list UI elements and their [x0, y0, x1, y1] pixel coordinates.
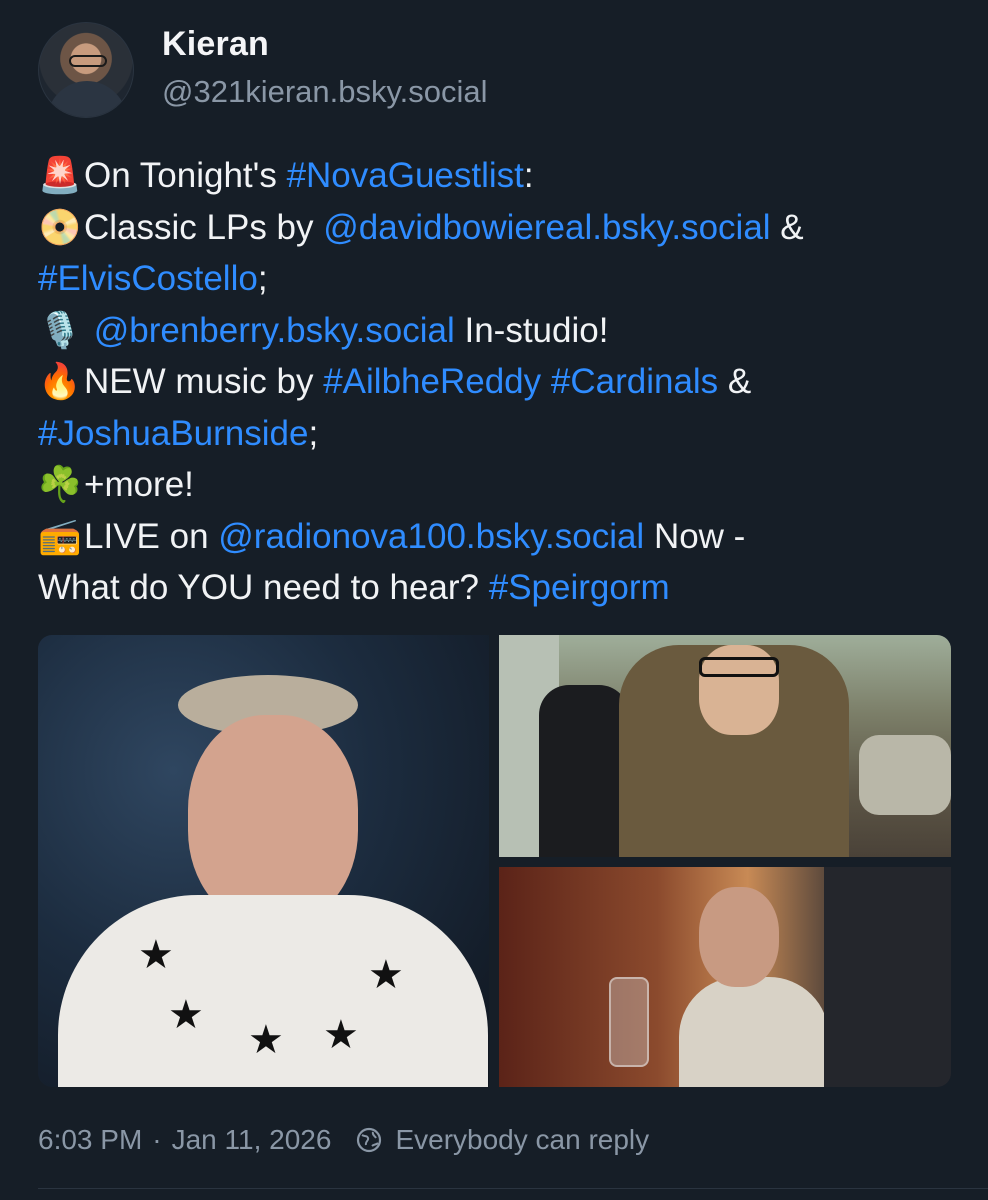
author-names: Kieran @321kieran.bsky.social: [162, 25, 488, 110]
image-elvis-costello[interactable]: [499, 635, 951, 857]
post-text-segment: &: [718, 362, 752, 401]
emoji-icon: ☘️: [38, 465, 82, 504]
hashtag-link[interactable]: #Speirgorm: [489, 568, 670, 607]
divider: [38, 1188, 988, 1189]
post-text-segment: In-studio!: [454, 310, 609, 350]
post-line: #JoshuaBurnside;: [38, 408, 968, 460]
post-text-segment: What do YOU need to hear?: [38, 568, 489, 607]
star-icon: ★: [368, 953, 404, 997]
post-time[interactable]: 6:03 PM: [38, 1124, 142, 1156]
post-line: 📀Classic LPs by @davidbowiereal.bsky.soc…: [38, 202, 968, 254]
post-text-segment: NEW music by: [84, 362, 324, 401]
emoji-icon: 🚨: [38, 156, 82, 195]
emoji-icon: 📀: [38, 207, 82, 247]
image-david-bowie[interactable]: ★ ★ ★ ★ ★: [38, 635, 489, 1087]
post-line: 🎙️ @brenberry.bsky.social In-studio!: [38, 305, 968, 357]
post-line: 🔥NEW music by #AilbheReddy #Cardinals &: [38, 356, 968, 408]
author-display-name[interactable]: Kieran: [162, 25, 488, 64]
author-handle[interactable]: @321kieran.bsky.social: [162, 74, 488, 110]
avatar[interactable]: [38, 22, 134, 118]
post-header: Kieran @321kieran.bsky.social: [38, 22, 488, 118]
mention-link[interactable]: @radionova100.bsky.social: [218, 517, 644, 556]
media-grid: ★ ★ ★ ★ ★: [38, 635, 951, 1087]
star-icon: ★: [323, 1013, 359, 1057]
avatar-glasses: [69, 55, 107, 67]
image-brenberry[interactable]: [499, 867, 951, 1087]
emoji-icon: 🎙️: [38, 310, 82, 350]
post-line: 📻LIVE on @radionova100.bsky.social Now -: [38, 511, 968, 563]
post-text-segment: Now -: [644, 516, 746, 556]
hashtag-link[interactable]: #AilbheReddy: [323, 362, 541, 401]
star-icon: ★: [248, 1018, 284, 1062]
star-icon: ★: [138, 933, 174, 977]
post-text-segment: LIVE on: [84, 516, 219, 556]
separator-dot: ·: [152, 1124, 162, 1155]
hashtag-link[interactable]: #ElvisCostello: [38, 259, 258, 298]
emoji-icon: 🔥: [38, 362, 82, 401]
post-footer: 6:03 PM · Jan 11, 2026 Everybody can rep…: [38, 1124, 649, 1156]
post-line: #ElvisCostello;: [38, 253, 968, 305]
post-text-segment: &: [770, 207, 804, 247]
reply-setting[interactable]: Everybody can reply: [395, 1124, 649, 1156]
post-line: 🚨On Tonight's #NovaGuestlist:: [38, 150, 968, 202]
mention-link[interactable]: @davidbowiereal.bsky.social: [323, 208, 770, 247]
post-text-segment: On Tonight's: [84, 156, 287, 195]
avatar-hood: [47, 81, 127, 117]
hashtag-link[interactable]: #Cardinals: [551, 362, 718, 401]
post-text-segment: Classic LPs by: [84, 207, 324, 247]
hashtag-link[interactable]: #JoshuaBurnside: [38, 414, 308, 453]
post-line: ☘️+more!: [38, 459, 968, 511]
globe-reply-icon: [357, 1127, 382, 1153]
post-line: What do YOU need to hear? #Speirgorm: [38, 562, 968, 614]
post-date[interactable]: Jan 11, 2026: [172, 1124, 332, 1156]
post-text-segment: :: [523, 156, 534, 195]
emoji-icon: 📻: [38, 516, 82, 556]
mention-link[interactable]: @brenberry.bsky.social: [84, 311, 455, 350]
post-text: 🚨On Tonight's #NovaGuestlist: 📀Classic LP…: [38, 150, 968, 614]
post-text-segment: +more!: [84, 465, 194, 504]
post-text-segment: ;: [308, 413, 319, 453]
hashtag-link[interactable]: #NovaGuestlist: [287, 156, 524, 195]
star-icon: ★: [168, 993, 204, 1037]
post-text-segment: ;: [257, 259, 268, 298]
post-text-segment: [541, 362, 551, 401]
